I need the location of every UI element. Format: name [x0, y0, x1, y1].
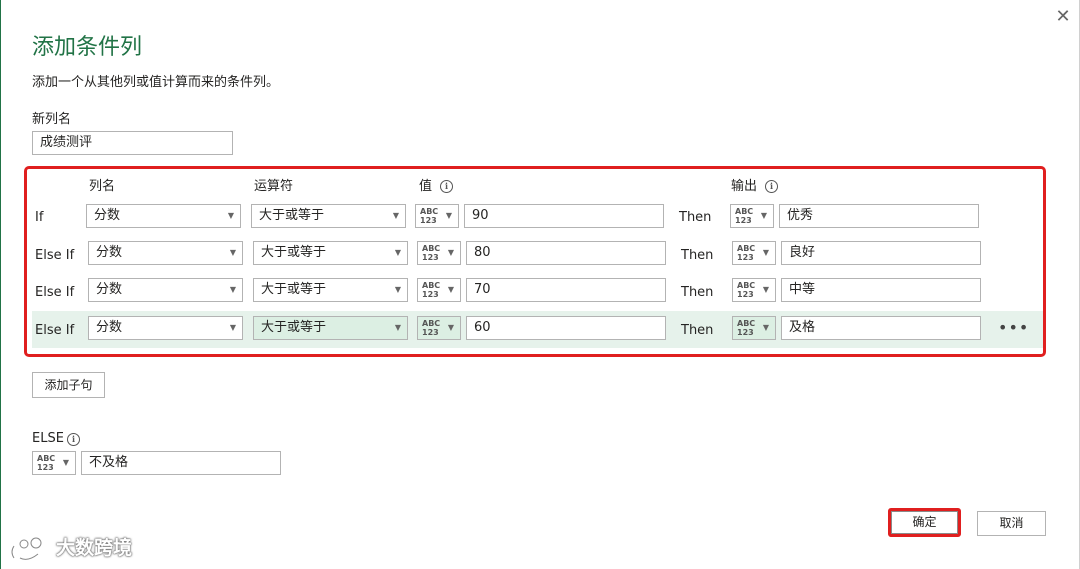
abc-123-type-icon: ABC 123	[37, 454, 56, 472]
dialog-description: 添加一个从其他列或值计算而来的条件列。	[32, 75, 280, 90]
new-column-name-label: 新列名	[32, 112, 72, 127]
cancel-button[interactable]: 取消	[977, 511, 1046, 536]
add-clause-button[interactable]: 添加子句	[32, 372, 105, 398]
add-conditional-column-dialog: ✕ 添加条件列 添加一个从其他列或值计算而来的条件列。 新列名 成绩测评 列名 …	[0, 0, 1080, 569]
watermark-text: 大数跨境	[56, 537, 133, 559]
else-label: ELSE	[32, 431, 64, 446]
dialog-title: 添加条件列	[32, 35, 143, 60]
watermark-logo-icon	[10, 536, 43, 561]
else-value-input[interactable]: 不及格	[81, 451, 281, 475]
left-window-edge	[0, 0, 1, 569]
new-column-name-input[interactable]: 成绩测评	[32, 131, 233, 155]
ok-highlight-box	[888, 508, 961, 537]
else-type-button[interactable]: ABC 123 ▼	[32, 451, 76, 475]
chevron-down-icon: ▼	[62, 458, 69, 467]
else-info-icon[interactable]: i	[67, 433, 80, 446]
rules-highlight-box	[24, 166, 1046, 357]
close-icon[interactable]: ✕	[1052, 6, 1074, 28]
